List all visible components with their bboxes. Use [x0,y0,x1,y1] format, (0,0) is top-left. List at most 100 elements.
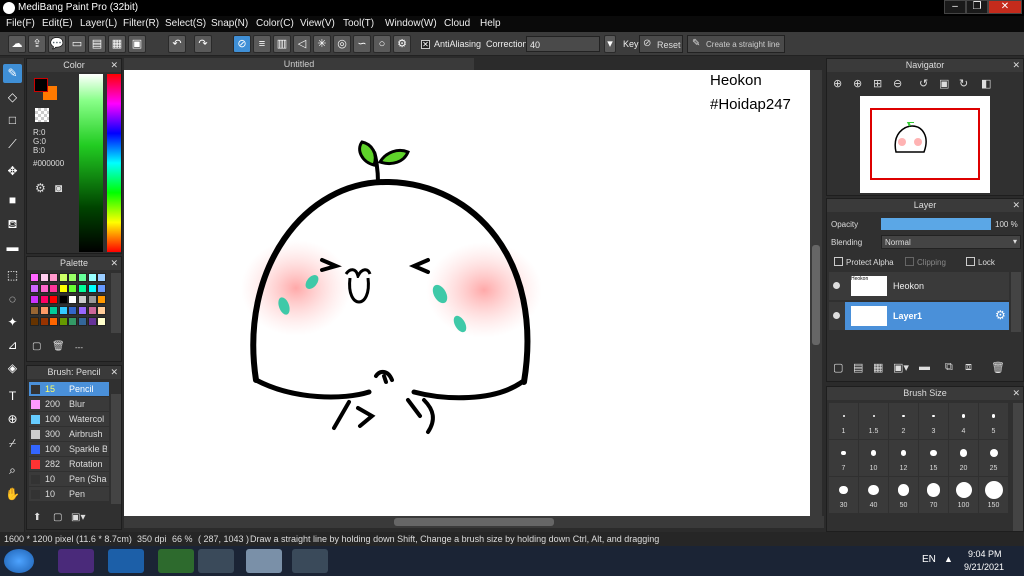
brush-size-cell[interactable]: 1 [829,403,858,439]
lasso-tool-icon[interactable]: ◌ [3,290,22,309]
brush-size-cell[interactable]: 40 [859,477,888,513]
protect-alpha-checkbox[interactable] [834,257,843,266]
new-layer-icon[interactable]: ▢ [833,361,843,374]
brush-size-scrollbar[interactable] [1013,403,1023,531]
palette-swatch[interactable] [49,273,59,282]
add-palette-icon[interactable]: ▢ [32,341,41,352]
brush-size-cell[interactable]: 1.5 [859,403,888,439]
vertical-scrollbar[interactable] [810,70,822,516]
minimize-button[interactable]: – [944,0,966,14]
palette-swatch[interactable] [68,306,78,315]
brush-size-cell[interactable]: 150 [979,477,1008,513]
brush-size-cell[interactable]: 4 [949,403,978,439]
zoom-in-2-icon[interactable]: ⊕ [853,77,862,90]
cloud-icon[interactable]: ☁ [8,35,26,53]
document-icon[interactable]: ▤ [88,35,106,53]
vertical-scroll-thumb[interactable] [812,245,820,345]
close-button[interactable]: ✕ [988,0,1022,14]
select-eraser-icon[interactable]: ◈ [3,359,22,378]
brush-size-cell[interactable]: 100 [949,477,978,513]
zoom-out-icon[interactable]: ⊖ [893,77,902,90]
undo-icon[interactable]: ↶ [168,35,186,53]
bucket-tool-icon[interactable]: ⛾ [3,215,22,234]
concentric-snap-icon[interactable]: ◎ [333,35,351,53]
lock-checkbox[interactable] [966,257,975,266]
close-icon[interactable]: ✕ [110,366,118,379]
palette-swatch[interactable] [49,306,59,315]
brush-size-cell[interactable]: 7 [829,440,858,476]
menu-filter[interactable]: Filter(R) [123,18,159,29]
palette-swatch[interactable] [30,284,39,293]
move-tool-icon[interactable]: ✥ [3,162,22,181]
close-icon[interactable]: ✕ [1012,59,1020,72]
magic-wand-icon[interactable]: ✦ [3,313,22,332]
palette-swatch[interactable] [87,295,97,304]
gradient-tool-icon[interactable]: ▬ [3,238,22,257]
palette-swatch[interactable] [58,306,68,315]
merge-layer-icon[interactable]: ⧈ [965,361,972,374]
brush-size-cell[interactable]: 15 [919,440,948,476]
primary-color-swatch[interactable] [34,78,48,92]
palette-swatch[interactable] [30,306,39,315]
palette-swatch[interactable] [39,273,49,282]
comment-icon[interactable]: 💬 [48,35,66,53]
palette-swatch[interactable] [39,317,49,326]
select-pen-icon[interactable]: ⊿ [3,336,22,355]
perspective-snap-icon[interactable]: ◁ [293,35,311,53]
menu-tool[interactable]: Tool(T) [343,18,374,29]
saturation-slider[interactable] [79,74,103,252]
brush-size-cell[interactable]: 30 [829,477,858,513]
circle-snap-icon[interactable]: ○ [373,35,391,53]
close-icon[interactable]: ✕ [110,59,118,72]
menu-edit[interactable]: Edit(E) [42,18,73,29]
palette-swatch[interactable] [49,284,59,293]
share-icon[interactable]: ⇪ [28,35,46,53]
palette-swatch[interactable] [78,295,87,304]
tray-chevron-icon[interactable]: ▲ [944,554,953,564]
brush-item[interactable]: 300 Airbrush [29,427,109,441]
gear-icon[interactable]: ⚙ [995,308,1006,322]
flip-icon[interactable]: ◧ [981,77,991,90]
clock-date[interactable]: 9/21/2021 [964,562,1004,572]
language-indicator[interactable]: EN [922,554,936,565]
palette-swatch[interactable] [97,273,107,282]
close-icon[interactable]: ✕ [1012,387,1020,400]
brush-size-cell[interactable]: 10 [859,440,888,476]
layer-row-selected[interactable]: Layer1 ⚙ [829,302,1009,330]
palette-swatch[interactable] [39,284,49,293]
start-button[interactable] [4,549,34,573]
brush-item[interactable]: 282 Rotation [29,457,109,471]
visual-studio-icon[interactable] [58,549,94,573]
palette-swatch[interactable] [39,306,49,315]
menu-layer[interactable]: Layer(L) [80,18,117,29]
chat-icon[interactable]: ▭ [68,35,86,53]
fit-icon[interactable]: ⊞ [873,77,882,90]
color-picker-icon[interactable]: ◙ [55,181,62,195]
fill-rect-icon[interactable]: ■ [3,191,22,210]
palette-swatch[interactable] [68,273,78,282]
zoom-in-icon[interactable]: ⊕ [833,77,842,90]
radial-snap-icon[interactable]: ✳ [313,35,331,53]
clock-time[interactable]: 9:04 PM [968,549,1002,559]
close-icon[interactable]: ✕ [110,257,118,270]
palette-swatch[interactable] [97,306,107,315]
cross-snap-icon[interactable]: ▥ [273,35,291,53]
chrome-icon[interactable] [198,549,234,573]
brush-size-cell[interactable]: 3 [919,403,948,439]
palette-swatch[interactable] [87,284,97,293]
brush-item[interactable]: 10 Pen (Sha [29,472,109,486]
eye-icon[interactable] [833,312,840,319]
dot-tool-icon[interactable]: □ [3,111,22,130]
palette-swatch[interactable] [97,317,107,326]
palette-swatch[interactable] [39,295,49,304]
palette-swatch[interactable] [68,284,78,293]
document-tab[interactable]: Untitled [124,58,474,70]
blending-select[interactable]: Normal ▾ [881,235,1021,249]
menu-select[interactable]: Select(S) [165,18,206,29]
palette-swatch[interactable] [58,317,68,326]
eraser-tool-icon[interactable]: ◇ [3,88,22,107]
opacity-slider[interactable] [881,218,991,230]
antialias-checkbox[interactable]: ✕ [421,40,430,49]
brush-item[interactable]: 200 Blur [29,397,109,411]
correction-spin-icon[interactable]: ▾ [604,35,616,53]
